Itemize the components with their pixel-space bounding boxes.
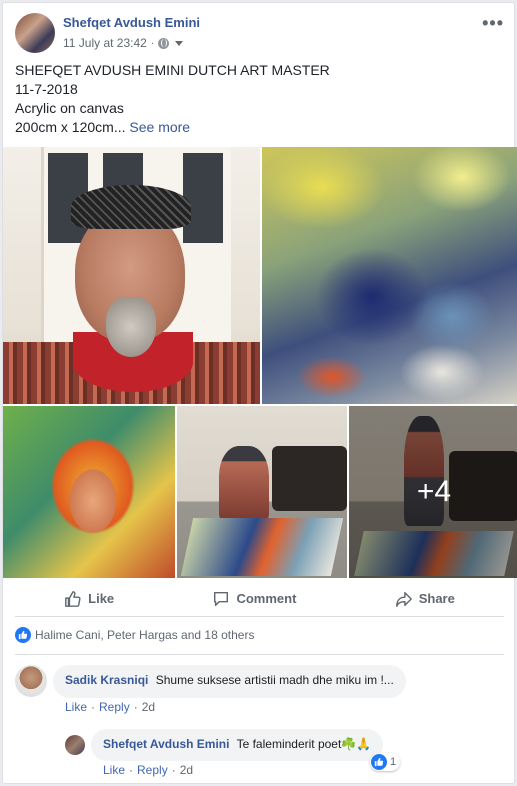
chevron-down-icon[interactable] <box>175 40 184 46</box>
see-more-link[interactable]: See more <box>129 119 190 135</box>
thumbs-up-icon <box>65 590 81 607</box>
reply-avatar[interactable] <box>65 735 85 755</box>
reaction-count: 1 <box>390 756 397 768</box>
photo-artist-with-canvas[interactable] <box>177 406 347 578</box>
like-icon <box>15 627 31 643</box>
photo-background-window <box>183 153 223 243</box>
divider <box>15 654 504 655</box>
separator: · <box>133 700 138 714</box>
comment-text: Shume suksese artistii madh dhe miku im … <box>155 673 394 687</box>
photo-portrait[interactable] <box>3 147 260 404</box>
post-text-line: Acrylic on canvas <box>15 100 124 116</box>
meta-separator: · <box>150 37 155 49</box>
comment-like-link[interactable]: Like <box>65 700 87 714</box>
post-text: SHEFQET AVDUSH EMINI DUTCH ART MASTER 11… <box>15 61 495 137</box>
action-bar: Like Comment Share <box>15 581 504 617</box>
photo-more-photos[interactable]: +4 <box>349 406 517 578</box>
reply-time[interactable]: 2d <box>180 763 193 777</box>
reply-text: Te faleminderit poet☘️🙏 <box>236 737 372 751</box>
more-options-icon[interactable]: ••• <box>482 13 504 34</box>
photo-artist <box>219 446 269 521</box>
post-card: Shefqet Avdush Emini 11 July at 23:42 · … <box>2 2 517 784</box>
reply-reply-link[interactable]: Reply <box>137 763 168 777</box>
photo-portrait-painting[interactable] <box>3 406 175 578</box>
reply-bubble: Shefqet Avdush Emini Te faleminderit poe… <box>91 729 384 761</box>
share-button[interactable]: Share <box>395 590 455 608</box>
post-timestamp[interactable]: 11 July at 23:42 <box>63 36 147 50</box>
photo-abstract-painting[interactable] <box>262 147 517 404</box>
comment-time[interactable]: 2d <box>142 700 155 714</box>
post-text-line: 11-7-2018 <box>15 81 78 97</box>
like-button[interactable]: Like <box>64 590 114 608</box>
more-photos-count: +4 <box>416 475 452 508</box>
photo-beard <box>106 297 156 357</box>
reply-reaction-count[interactable]: 1 <box>370 753 401 771</box>
post-text-line: 200cm x 120cm... See more <box>15 118 495 137</box>
post-text-line: SHEFQET AVDUSH EMINI DUTCH ART MASTER <box>15 62 330 78</box>
author-avatar[interactable] <box>15 13 55 53</box>
share-icon <box>395 591 412 607</box>
like-icon <box>371 754 387 770</box>
comment-button-label: Comment <box>236 591 297 606</box>
commenter-avatar[interactable] <box>15 665 47 697</box>
separator: · <box>91 700 96 714</box>
photo-sofa <box>272 446 347 511</box>
comment-bubble: Sadik Krasniqi Shume suksese artistii ma… <box>53 665 406 698</box>
separator: · <box>129 763 134 777</box>
post-text-line-truncated: 200cm x 120cm... <box>15 119 126 135</box>
reply-like-link[interactable]: Like <box>103 763 125 777</box>
comment-icon <box>214 591 229 606</box>
like-button-label: Like <box>88 591 115 606</box>
more-photos-overlay[interactable]: +4 <box>349 406 517 578</box>
comment-author[interactable]: Sadik Krasniqi <box>65 673 148 687</box>
share-button-label: Share <box>418 591 455 606</box>
reactions-summary[interactable]: Halime Cani, Peter Hargas and 18 others <box>15 627 254 643</box>
globe-icon[interactable] <box>158 37 170 49</box>
comment-button[interactable]: Comment <box>212 590 296 608</box>
post-author-name[interactable]: Shefqet Avdush Emini <box>63 15 200 30</box>
post-meta: 11 July at 23:42 · <box>63 36 184 50</box>
comment-actions: Like · Reply · 2d <box>65 700 155 714</box>
separator: · <box>171 763 176 777</box>
reactions-text[interactable]: Halime Cani, Peter Hargas and 18 others <box>35 628 254 642</box>
comment-reply-link[interactable]: Reply <box>99 700 130 714</box>
photo-bandana <box>71 185 191 229</box>
reply-actions: Like · Reply · 2d <box>103 763 193 777</box>
photo-canvas <box>180 518 344 576</box>
reply-author[interactable]: Shefqet Avdush Emini <box>103 737 229 751</box>
